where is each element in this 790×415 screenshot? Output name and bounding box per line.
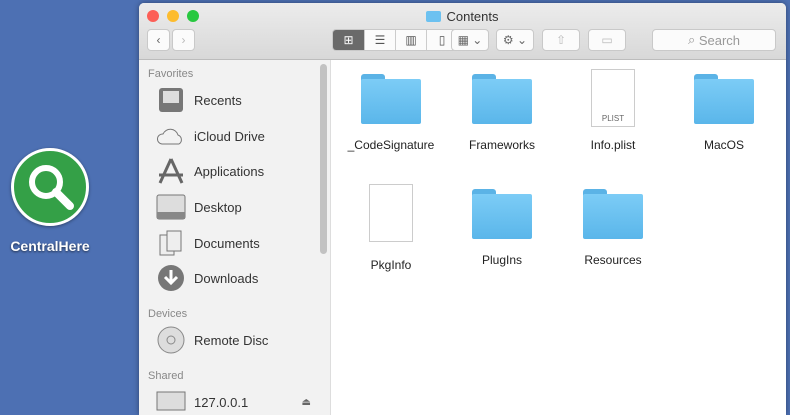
sidebar-scrollbar[interactable]: [320, 64, 327, 254]
file-name: Frameworks: [468, 138, 535, 152]
finder-window: Contents ‹ › ⊞ ☰ ▥ ▯ ▦ ⌄ ⚙ ⌄ ⇧ ▭ ⌕ Searc…: [139, 3, 786, 415]
cloud-icon: [156, 122, 186, 150]
sidebar-label: 127.0.0.1: [194, 394, 249, 410]
folder-icon: [361, 74, 421, 124]
sidebar-item-downloads[interactable]: Downloads: [156, 264, 258, 292]
shared-header: Shared: [148, 370, 184, 382]
sidebar-item-applications[interactable]: Applications: [156, 157, 264, 185]
file-item[interactable]: PlugIns: [447, 189, 557, 267]
tag-button[interactable]: ▭: [588, 29, 626, 51]
folder-icon: [472, 74, 532, 124]
search-placeholder: Search: [698, 32, 741, 48]
folder-icon: [583, 189, 643, 239]
file-item[interactable]: PLIST Info.plist: [558, 69, 668, 152]
view-mode-control: ⊞ ☰ ▥ ▯: [332, 29, 458, 51]
file-item[interactable]: Resources: [558, 189, 668, 267]
window-title: Contents: [139, 9, 786, 24]
recents-icon: [156, 86, 186, 114]
back-button[interactable]: ‹: [147, 29, 170, 51]
desktop-app-icon[interactable]: CentralHere: [0, 148, 100, 254]
sidebar: Favorites Recents iCloud Drive Applicati…: [139, 60, 331, 415]
favorites-header: Favorites: [148, 68, 194, 80]
sidebar-item-127-0-0-1[interactable]: 127.0.0.1 ⏏: [156, 388, 311, 415]
sidebar-label: Applications: [194, 163, 265, 179]
sidebar-label: iCloud Drive: [194, 128, 265, 144]
action-gear-button[interactable]: ⚙ ⌄: [496, 29, 534, 51]
search-icon: ⌕: [687, 32, 699, 47]
sidebar-item-recents[interactable]: Recents: [156, 86, 242, 114]
sidebar-label: Remote Disc: [194, 332, 269, 348]
file-name: MacOS: [703, 138, 744, 152]
title-text: Contents: [446, 9, 499, 24]
sidebar-item-icloud-drive[interactable]: iCloud Drive: [156, 122, 265, 150]
search-input[interactable]: ⌕ Search: [652, 29, 776, 51]
file-item[interactable]: MacOS: [669, 74, 779, 152]
file-name: Resources: [584, 253, 642, 267]
file-grid: _CodeSignature Frameworks PLIST Info.plis…: [332, 60, 786, 415]
plist-file-icon: PLIST: [591, 69, 635, 127]
file-name: _CodeSignature: [347, 138, 435, 152]
column-view-button[interactable]: ▥: [395, 30, 426, 50]
share-button[interactable]: ⇧: [542, 29, 580, 51]
sidebar-item-documents[interactable]: Documents: [156, 229, 260, 257]
computer-icon: [156, 388, 186, 415]
file-name: PlugIns: [481, 253, 523, 267]
plist-badge: PLIST: [601, 114, 625, 123]
folder-icon: [472, 189, 532, 239]
magnifier-icon: [11, 148, 89, 226]
forward-button[interactable]: ›: [172, 29, 195, 51]
folder-icon: [694, 74, 754, 124]
file-name: Info.plist: [590, 138, 636, 152]
applications-icon: [156, 157, 186, 185]
file-item[interactable]: Frameworks: [447, 74, 557, 152]
desktop-icon: [156, 193, 186, 221]
file-item[interactable]: PkgInfo: [336, 184, 446, 272]
sidebar-label: Desktop: [194, 199, 242, 215]
disc-icon: [156, 326, 186, 354]
app-label: CentralHere: [10, 238, 90, 254]
document-icon: [369, 184, 413, 242]
sidebar-item-remote-disc[interactable]: Remote Disc: [156, 326, 268, 354]
list-view-button[interactable]: ☰: [364, 30, 395, 50]
sidebar-label: Recents: [194, 92, 242, 108]
file-name: PkgInfo: [370, 258, 412, 272]
devices-header: Devices: [148, 308, 188, 320]
toolbar: Contents ‹ › ⊞ ☰ ▥ ▯ ▦ ⌄ ⚙ ⌄ ⇧ ▭ ⌕ Searc…: [139, 3, 786, 60]
arrange-button[interactable]: ▦ ⌄: [451, 29, 489, 51]
folder-icon: [426, 11, 442, 22]
sidebar-label: Downloads: [194, 270, 259, 286]
sidebar-label: Documents: [194, 235, 260, 251]
icon-view-button[interactable]: ⊞: [333, 30, 364, 50]
eject-icon[interactable]: ⏏: [302, 397, 311, 408]
sidebar-item-desktop[interactable]: Desktop: [156, 193, 242, 221]
download-icon: [156, 264, 186, 292]
documents-icon: [156, 229, 186, 257]
file-item[interactable]: _CodeSignature: [336, 74, 446, 152]
